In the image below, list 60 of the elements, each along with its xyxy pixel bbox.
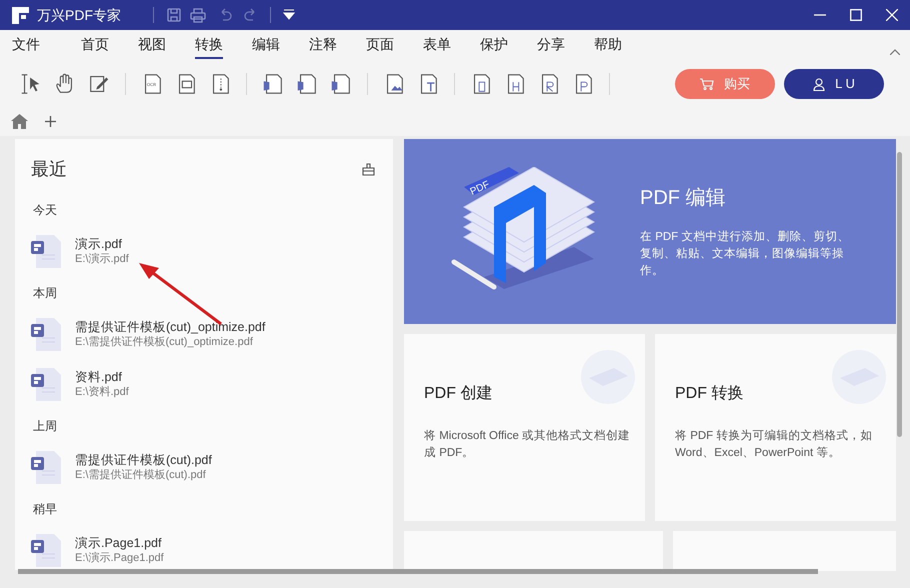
print-icon[interactable] [190, 7, 206, 23]
group-label: 上周 [33, 418, 57, 434]
pdf-file-icon [31, 451, 61, 484]
add-tab-icon[interactable] [45, 116, 56, 126]
menu-tab[interactable]: 注释 [309, 34, 337, 58]
window-title: 万兴PDF专家 [37, 6, 121, 24]
menu-tab[interactable]: 转换 [195, 34, 223, 58]
feature-description: 在 PDF 文档中进行添加、删除、剪切、复制、粘贴、文本编辑，图像编辑等操作。 [640, 229, 850, 279]
file-path: E:\演示.Page1.pdf [75, 551, 164, 566]
menu-tab[interactable]: 分享 [537, 34, 565, 58]
file-name[interactable]: 演示.Page1.pdf [75, 535, 164, 551]
recent-title: 最近 [31, 158, 67, 181]
feature-card[interactable]: PDF 创建 将 Microsoft Office 或其他格式文档创建成 PDF。 [404, 334, 645, 521]
feature-card[interactable] [404, 531, 663, 571]
feature-card[interactable] [673, 531, 896, 571]
menu-tab[interactable]: 视图 [138, 34, 166, 58]
menu-tab[interactable]: 文件 [12, 34, 40, 58]
group-label: 今天 [33, 202, 57, 218]
file-path: E:\资料.pdf [75, 385, 129, 400]
file-name[interactable]: 资料.pdf [75, 369, 129, 385]
home-icon[interactable] [11, 114, 28, 128]
feature-banner[interactable]: PDF PDF 编辑 在 PDF 文档中进行添加、删除、剪切、复制、粘贴、文本编辑，图像编辑等操作。 [404, 139, 896, 324]
menu-tab[interactable]: 页面 [366, 34, 394, 58]
pdf-label: PDF [468, 178, 492, 198]
file-name[interactable]: 需提供证件模板(cut)_optimize.pdf [75, 319, 266, 335]
file-name[interactable]: 需提供证件模板(cut).pdf [75, 452, 212, 468]
menu-tab[interactable]: 编辑 [252, 34, 280, 58]
user-icon [813, 78, 826, 90]
file-path: E:\需提供证件模板(cut)_optimize.pdf [75, 335, 254, 350]
pdf-file-icon [31, 368, 61, 401]
feature-title: PDF 转换 [675, 384, 744, 404]
save-icon[interactable] [166, 7, 182, 23]
pdf-file-icon [31, 534, 61, 567]
feature-card[interactable]: PDF 转换 将 PDF 转换为可编辑的文档格式，如 Word、Excel、PowerPoint 等。 [655, 334, 896, 521]
card-illustration-icon [581, 350, 635, 404]
pdf-file-icon [31, 235, 61, 268]
vertical-scrollbar[interactable] [897, 152, 902, 437]
menu-tab[interactable]: 保护 [480, 34, 508, 58]
feature-description: 将 Microsoft Office 或其他格式文档创建成 PDF。 [424, 428, 632, 461]
group-label: 本周 [33, 285, 57, 301]
app-logo-icon [12, 6, 29, 24]
dropdown-icon[interactable] [283, 9, 295, 21]
feature-title: PDF 创建 [424, 384, 494, 404]
file-path: E:\需提供证件模板(cut).pdf [75, 468, 207, 483]
file-name[interactable]: 演示.pdf [75, 236, 129, 252]
menu-tab[interactable]: 表单 [423, 34, 451, 58]
feature-title: PDF 编辑 [640, 186, 727, 211]
card-illustration-icon [832, 350, 886, 404]
collapse-ribbon-icon[interactable] [890, 49, 900, 55]
menu-tab[interactable]: 帮助 [594, 34, 622, 58]
close-icon[interactable] [886, 9, 898, 21]
menu-tab[interactable]: 首页 [81, 34, 109, 58]
pdf-file-icon [31, 318, 61, 351]
account-button[interactable]: L U [784, 69, 884, 99]
file-path: E:\演示.pdf [75, 252, 129, 267]
horizontal-scrollbar[interactable] [18, 569, 818, 574]
group-label: 稍早 [33, 501, 57, 517]
feature-description: 将 PDF 转换为可编辑的文档格式，如 Word、Excel、PowerPoint 等。 [675, 428, 874, 461]
cart-icon [700, 78, 714, 90]
maximize-icon[interactable] [850, 9, 862, 21]
